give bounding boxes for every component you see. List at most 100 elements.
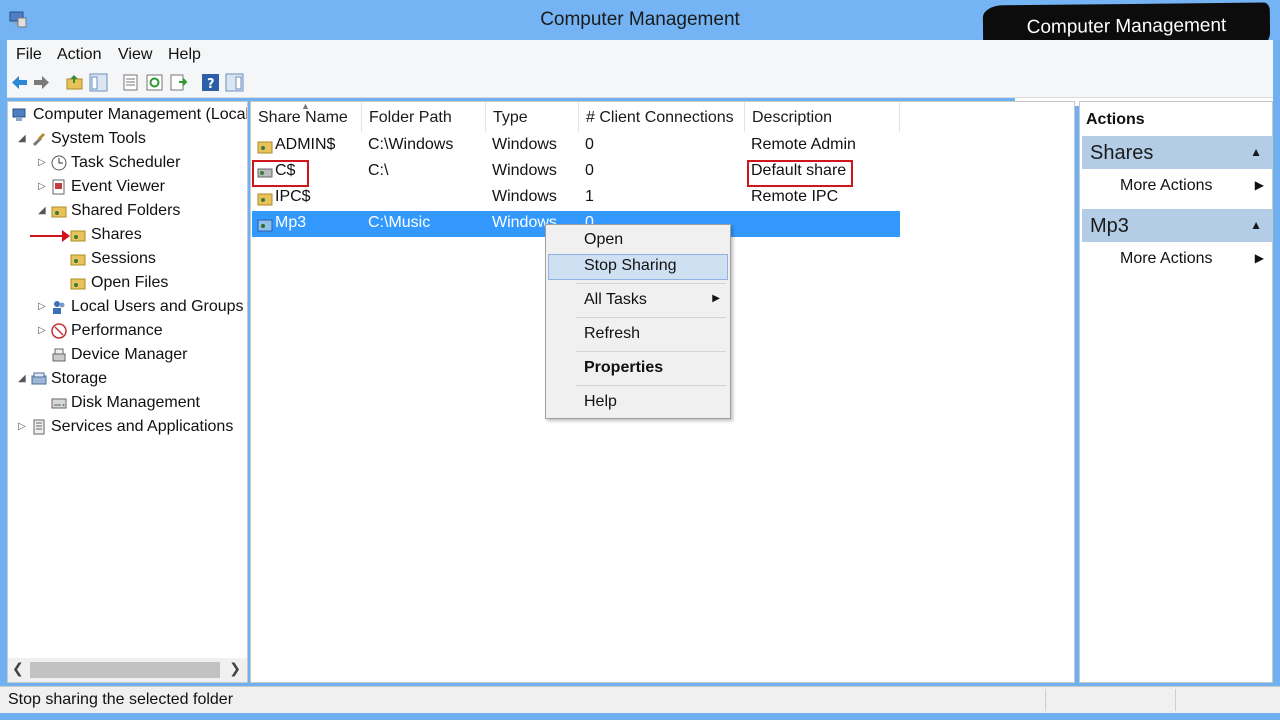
shared-folder-icon (70, 230, 86, 242)
collapse-icon[interactable]: ◢ (18, 133, 28, 144)
tree-label: Device Manager (71, 346, 188, 363)
tree-label: Event Viewer (71, 178, 165, 195)
sort-indicator-icon: ▲ (301, 101, 310, 111)
expand-icon[interactable]: ▷ (38, 181, 48, 192)
cell-share-name: Mp3 (275, 214, 307, 231)
submenu-arrow-icon: ▶ (712, 293, 720, 304)
show-hide-tree-icon[interactable] (89, 73, 108, 92)
cell-connections: 1 (585, 188, 594, 205)
show-hide-action-pane-icon[interactable] (225, 73, 244, 92)
cell-folder-path: C:\Music (368, 214, 431, 231)
toolbar: ? (7, 69, 1273, 98)
menu-item-all-tasks[interactable]: All Tasks ▶ (548, 288, 728, 314)
menu-bar: File Action View Help (7, 40, 1273, 69)
scroll-left-icon[interactable]: ❮ (12, 660, 24, 677)
menu-view[interactable]: View (118, 46, 152, 64)
tree-label: System Tools (51, 130, 146, 147)
shared-folder-icon (70, 278, 86, 290)
tree-label: Performance (71, 322, 163, 339)
tree-label: Shared Folders (71, 202, 181, 219)
cell-connections: 0 (585, 162, 594, 179)
tree-label: Task Scheduler (71, 154, 181, 171)
submenu-arrow-icon: ▶ (1254, 178, 1264, 192)
navigation-tree: Computer Management (Local) ◢ System Too… (7, 101, 248, 683)
actions-section-shares[interactable]: Shares ▲ (1082, 136, 1272, 169)
back-arrow-icon[interactable] (10, 73, 29, 92)
annotation-box-default-share (747, 160, 853, 187)
menu-separator (576, 317, 726, 318)
menu-item-open[interactable]: Open (548, 228, 728, 254)
tree-label: Open Files (91, 274, 169, 291)
collapse-icon[interactable]: ◢ (18, 373, 28, 384)
cell-share-name: IPC$ (275, 188, 311, 205)
device-manager-icon (52, 348, 66, 362)
services-icon (33, 419, 45, 435)
disk-icon (51, 398, 67, 409)
tree-label: Disk Management (71, 394, 200, 411)
horizontal-scrollbar[interactable]: ❮ ❯ (8, 658, 247, 682)
help-icon[interactable]: ? (201, 73, 220, 92)
tree-label: Storage (51, 370, 108, 387)
users-icon (53, 301, 65, 314)
table-row[interactable]: IPC$ Windows 1 Remote IPC (252, 185, 900, 211)
shared-folder-icon (257, 193, 273, 206)
expand-icon[interactable]: ▷ (38, 301, 48, 312)
forward-arrow-icon[interactable] (32, 73, 51, 92)
menu-item-refresh[interactable]: Refresh (548, 322, 728, 348)
collapse-up-icon[interactable]: ▲ (1250, 145, 1262, 159)
menu-item-label: All Tasks (584, 291, 647, 308)
properties-icon[interactable] (121, 73, 140, 92)
actions-section-mp3[interactable]: Mp3 ▲ (1082, 209, 1272, 242)
tree-label: Sessions (91, 250, 156, 267)
refresh-icon[interactable] (145, 73, 164, 92)
svg-text:?: ? (207, 77, 215, 92)
tree-label: Shares (91, 226, 142, 243)
annotation-arrow (30, 230, 70, 242)
cell-folder-path: C:\ (368, 162, 389, 179)
menu-separator (576, 351, 726, 352)
shared-folder-icon (257, 141, 273, 154)
status-divider (1175, 689, 1176, 711)
expand-icon[interactable]: ▷ (18, 421, 28, 432)
tools-icon (32, 133, 45, 147)
expand-icon[interactable]: ▷ (38, 325, 48, 336)
more-actions-mp3[interactable]: More Actions (1120, 250, 1212, 268)
cell-type: Windows (492, 136, 557, 153)
actions-pane: Actions Shares ▲ More Actions ▶ Mp3 ▲ Mo… (1079, 101, 1273, 683)
performance-icon (51, 323, 67, 339)
tree-label: Computer Management (Local) (33, 106, 248, 123)
section-label: Mp3 (1090, 215, 1129, 237)
cell-share-name: ADMIN$ (275, 136, 336, 153)
menu-file[interactable]: File (16, 46, 42, 64)
more-actions-shares[interactable]: More Actions (1120, 177, 1212, 195)
menu-separator (576, 283, 726, 284)
menu-action[interactable]: Action (57, 46, 101, 64)
status-divider (1045, 689, 1046, 711)
tree-label: Local Users and Groups (71, 298, 244, 315)
menu-item-properties[interactable]: Properties (548, 356, 728, 382)
column-header-description[interactable]: Description (745, 102, 900, 132)
menu-item-stop-sharing[interactable]: Stop Sharing (548, 254, 728, 280)
submenu-arrow-icon: ▶ (1254, 251, 1264, 265)
cell-folder-path: C:\Windows (368, 136, 454, 153)
menu-item-help[interactable]: Help (548, 390, 728, 416)
column-header-client-connections[interactable]: # Client Connections (579, 102, 745, 132)
context-menu: Open Stop Sharing All Tasks ▶ Refresh Pr… (545, 224, 731, 419)
column-header-type[interactable]: Type (486, 102, 579, 132)
event-log-icon (52, 179, 65, 195)
menu-help[interactable]: Help (168, 46, 201, 64)
cell-type: Windows (492, 162, 557, 179)
collapse-icon[interactable]: ◢ (38, 205, 48, 216)
scrollbar-thumb[interactable] (30, 662, 220, 678)
status-bar: Stop sharing the selected folder (0, 686, 1280, 713)
computer-icon (12, 108, 26, 121)
cell-description: Remote IPC (751, 188, 839, 205)
up-folder-icon[interactable] (65, 73, 84, 92)
column-header-folder-path[interactable]: Folder Path (362, 102, 486, 132)
collapse-up-icon[interactable]: ▲ (1250, 218, 1262, 232)
export-list-icon[interactable] (169, 73, 188, 92)
table-row[interactable]: ADMIN$ C:\Windows Windows 0 Remote Admin (252, 133, 900, 159)
expand-icon[interactable]: ▷ (38, 157, 48, 168)
scroll-right-icon[interactable]: ❯ (229, 660, 241, 677)
cell-connections: 0 (585, 136, 594, 153)
